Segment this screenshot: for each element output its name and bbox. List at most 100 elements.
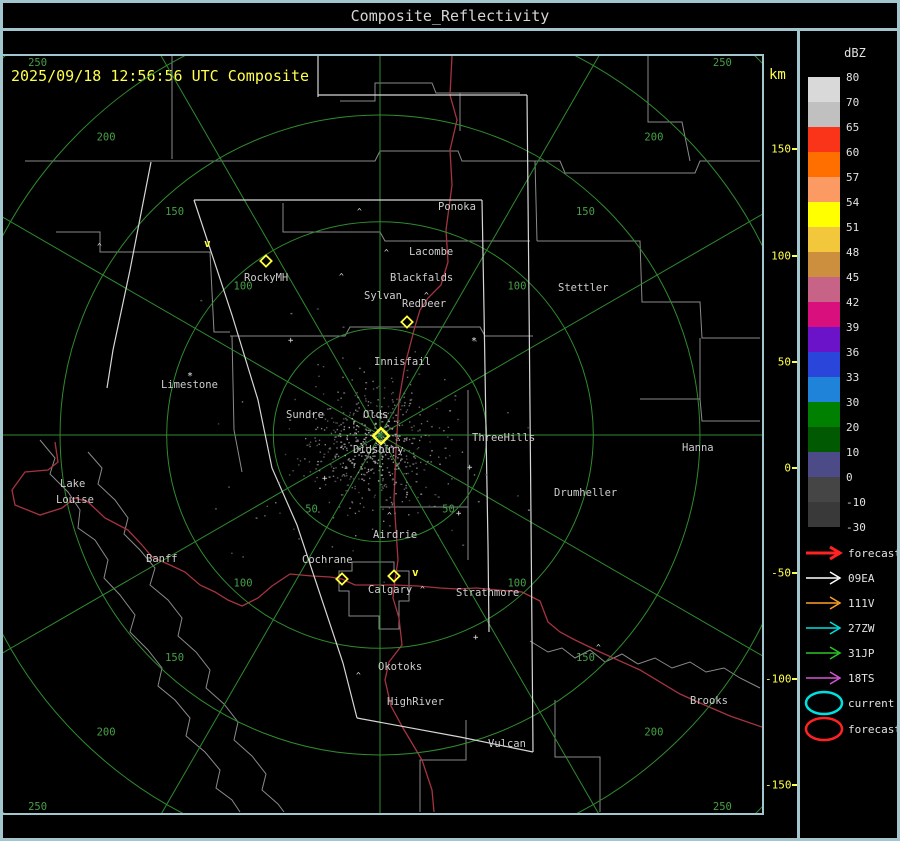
legend-item-forecast: forecast (806, 718, 897, 740)
town-asterisk-marker: * (187, 371, 193, 382)
ring-distance-label: 50 (442, 503, 455, 515)
legend-ellipse-icon (806, 718, 842, 740)
city-label-calgary: Calgary (368, 584, 412, 596)
colorbar-and-legend: dBZ807065605754514845423936333020100-10-… (800, 31, 897, 838)
ring-distance-label: 150 (576, 206, 595, 218)
county-boundary (88, 452, 284, 812)
county-boundary (640, 399, 760, 421)
city-label-drumheller: Drumheller (554, 487, 617, 499)
city-label-didsbury: Didsbury (353, 444, 404, 456)
colorbar-band (808, 477, 840, 502)
city-label-okotoks: Okotoks (378, 661, 422, 673)
storm-vector-icon: v (412, 566, 419, 579)
colorbar-value-label: 10 (846, 446, 859, 459)
radar-coverage-outline (482, 200, 489, 632)
town-caret-marker: ^ (387, 511, 392, 520)
colorbar-value-label: 20 (846, 421, 859, 434)
colorbar-value-label: -30 (846, 521, 866, 534)
county-boundary (340, 83, 520, 101)
ring-distance-label: 150 (165, 652, 184, 664)
colorbar-band (808, 152, 840, 177)
city-label-olds: Olds (363, 409, 388, 421)
right-axis-tick-label: -50 (765, 567, 791, 580)
colorbar-band (808, 377, 840, 402)
colorbar-band (808, 352, 840, 377)
city-label-lacombe: Lacombe (409, 246, 453, 258)
town-caret-marker: ^ (420, 585, 425, 594)
town-asterisk-marker: * (471, 336, 477, 347)
radar-site-icon (401, 316, 412, 327)
city-label-brooks: Brooks (690, 695, 728, 707)
county-boundary (555, 700, 600, 812)
storm-vector-icon: v (204, 237, 211, 250)
colorbar-band (808, 102, 840, 127)
ring-distance-label: 100 (507, 280, 526, 292)
colorbar-value-label: 36 (846, 346, 859, 359)
radar-map-canvas[interactable]: 5050100100100100150150150150200200200200… (3, 56, 762, 813)
colorbar-panel: dBZ807065605754514845423936333020100-10-… (800, 31, 897, 838)
colorbar-band (808, 227, 840, 252)
right-axis-tick-label: 150 (765, 143, 791, 156)
city-label-ponoka: Ponoka (438, 201, 476, 213)
ring-distance-label: 250 (713, 57, 732, 69)
city-label-hanna: Hanna (682, 442, 714, 454)
town-plus-marker: + (473, 633, 479, 643)
colorbar-value-label: 65 (846, 121, 859, 134)
colorbar-value-label: 80 (846, 71, 859, 84)
town-caret-marker: ^ (356, 671, 361, 680)
colorbar-band (808, 202, 840, 227)
colorbar-value-label: 30 (846, 396, 859, 409)
colorbar-band (808, 452, 840, 477)
map-right-border (762, 54, 764, 814)
colorbar-band (808, 77, 840, 102)
map-top-border (3, 54, 764, 56)
colorbar-value-label: 39 (846, 321, 859, 334)
colorbar-value-label: 60 (846, 146, 859, 159)
legend-item-111V: 111V (806, 597, 875, 610)
city-label-highriver: HighRiver (387, 696, 444, 708)
town-caret-marker: ^ (97, 242, 102, 251)
window-title: Composite_Reflectivity (351, 7, 550, 25)
city-label-sylvan: Sylvan (364, 290, 402, 302)
county-boundary (535, 161, 537, 241)
city-label-innisfail: Innisfail (374, 356, 431, 368)
legend-item-label: forecast (848, 547, 897, 560)
colorbar-value-label: 70 (846, 96, 859, 109)
ring-distance-label: 200 (97, 132, 116, 144)
city-label-airdrie: Airdrie (373, 529, 417, 541)
azimuth-radial (380, 435, 762, 709)
legend-item-label: 18TS (848, 672, 875, 685)
colorbar-value-label: 51 (846, 221, 859, 234)
legend-item-forecast: forecast (806, 547, 897, 560)
ring-distance-label: 200 (644, 726, 663, 738)
city-label-vulcan: Vulcan (488, 738, 526, 750)
city-label-stettler: Stettler (558, 282, 609, 294)
colorbar-value-label: 54 (846, 196, 860, 209)
right-axis-tick-label: 0 (765, 462, 791, 475)
colorbar-band (808, 427, 840, 452)
colorbar-value-label: 48 (846, 246, 859, 259)
ring-distance-label: 200 (644, 132, 663, 144)
colorbar-title: dBZ (844, 46, 866, 60)
ring-distance-label: 150 (165, 206, 184, 218)
ring-distance-label: 250 (28, 801, 47, 813)
legend-ellipse-icon (806, 692, 842, 714)
map-bottom-border (3, 813, 764, 815)
city-label-lake: Lake (60, 478, 85, 490)
right-axis-tick-label: 50 (765, 356, 791, 369)
azimuth-radial (106, 435, 380, 813)
legend-item-18TS: 18TS (806, 672, 875, 685)
legend-item-09EA: 09EA (806, 572, 875, 585)
county-boundary (530, 641, 760, 688)
right-axis-unit-label: km (769, 67, 786, 83)
legend-item-label: 31JP (848, 647, 875, 660)
right-axis-tick-label: 100 (765, 250, 791, 263)
legend-item-label: forecast (848, 723, 897, 736)
ring-distance-label: 150 (576, 652, 595, 664)
colorbar-value-label: 33 (846, 371, 859, 384)
town-caret-marker: ^ (357, 207, 362, 216)
colorbar-band (808, 302, 840, 327)
colorbar-band (808, 252, 840, 277)
county-boundary (283, 203, 530, 241)
ring-distance-label: 50 (305, 503, 318, 515)
